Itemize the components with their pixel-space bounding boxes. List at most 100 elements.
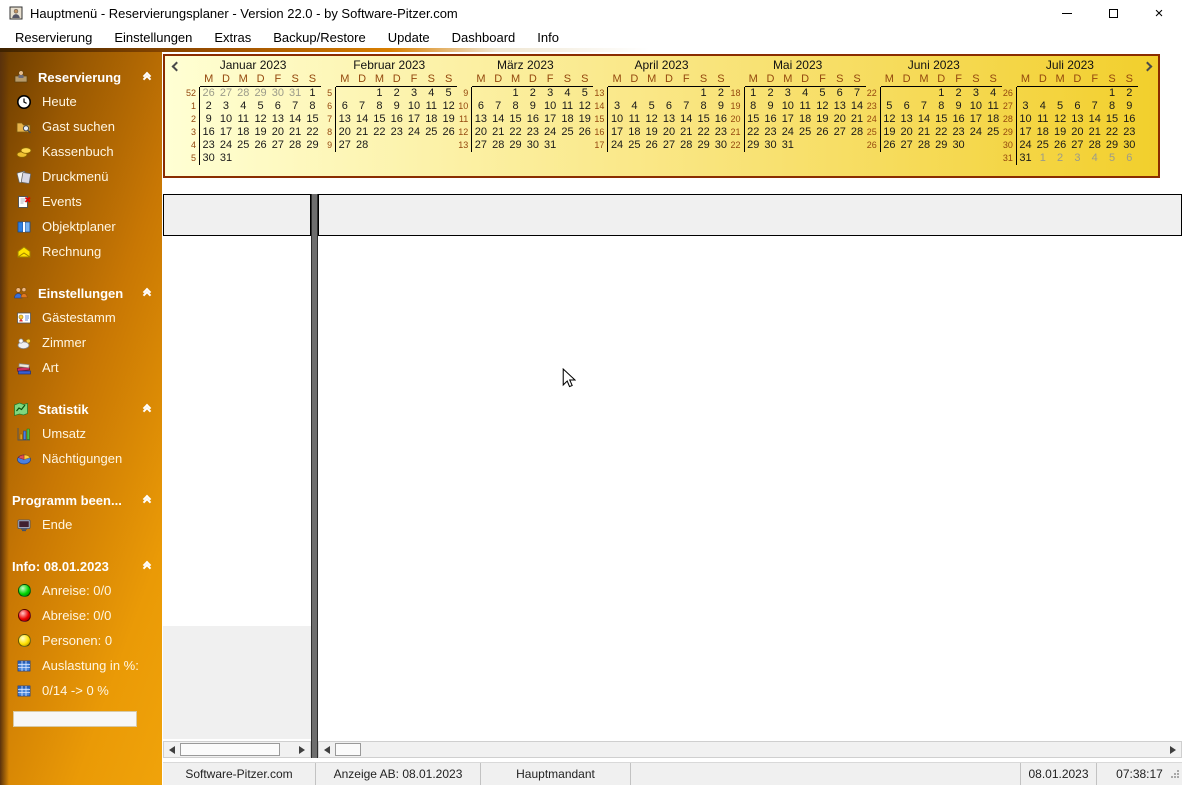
minimize-button[interactable] [1044,0,1090,26]
day-cell[interactable]: 18 [626,126,643,139]
sidebar-item-rechnung[interactable]: Rechnung [0,239,162,264]
labels-h-scrollbar[interactable] [163,741,311,758]
day-cell[interactable]: 13 [472,113,489,126]
day-cell[interactable]: 12 [814,100,831,113]
day-cell[interactable]: 13 [1069,113,1086,126]
day-cell[interactable]: 28 [490,139,507,152]
day-cell[interactable]: 31 [542,139,559,152]
day-cell[interactable]: 3 [967,87,984,100]
day-cell[interactable]: 24 [608,139,625,152]
day-cell[interactable]: 17 [967,113,984,126]
day-cell[interactable]: 23 [388,126,405,139]
day-cell[interactable]: 26 [440,126,457,139]
day-cell[interactable]: 28 [678,139,695,152]
day-cell[interactable]: 13 [898,113,915,126]
collapse-chevron-icon[interactable] [142,403,152,415]
day-cell[interactable]: 11 [985,100,1002,113]
day-cell[interactable]: 2 [762,87,779,100]
sidebar-item-zimmer[interactable]: Zimmer [0,330,162,355]
day-cell[interactable]: 15 [371,113,388,126]
day-cell[interactable]: 23 [762,126,779,139]
day-cell[interactable]: 27 [217,87,234,100]
day-cell[interactable]: 10 [967,100,984,113]
day-cell[interactable]: 7 [1086,100,1103,113]
sidebar-section-programm-beenden[interactable]: Programm been... [0,488,162,512]
menu-item-reservierung[interactable]: Reservierung [4,30,103,45]
day-cell[interactable]: 30 [200,152,217,165]
day-cell[interactable]: 14 [848,100,865,113]
day-cell[interactable]: 5 [440,87,457,100]
maximize-button[interactable] [1090,0,1136,26]
day-cell[interactable]: 17 [779,113,796,126]
day-cell[interactable]: 30 [524,139,541,152]
day-cell[interactable]: 10 [405,100,422,113]
day-cell[interactable]: 19 [814,113,831,126]
day-cell[interactable]: 3 [217,100,234,113]
day-cell[interactable]: 6 [336,100,353,113]
day-cell[interactable]: 28 [848,126,865,139]
scroll-left-button[interactable] [319,742,335,757]
day-cell[interactable]: 20 [831,113,848,126]
day-cell[interactable]: 4 [559,87,576,100]
day-cell[interactable]: 20 [472,126,489,139]
day-cell[interactable]: 8 [695,100,712,113]
day-cell[interactable]: 29 [745,139,762,152]
day-cell[interactable]: 24 [217,139,234,152]
day-cell[interactable]: 9 [524,100,541,113]
day-cell[interactable]: 8 [1103,100,1120,113]
day-cell[interactable]: 27 [898,139,915,152]
day-cell[interactable]: 31 [217,152,234,165]
day-cell[interactable]: 18 [235,126,252,139]
day-cell[interactable]: 22 [507,126,524,139]
day-cell[interactable]: 29 [507,139,524,152]
day-cell[interactable]: 21 [915,126,932,139]
day-cell[interactable]: 29 [695,139,712,152]
day-cell[interactable]: 6 [660,100,677,113]
day-cell[interactable]: 31 [287,87,304,100]
day-cell[interactable]: 20 [898,126,915,139]
day-cell[interactable]: 15 [745,113,762,126]
day-cell[interactable]: 7 [678,100,695,113]
day-cell[interactable]: 1 [695,87,712,100]
day-cell[interactable]: 7 [915,100,932,113]
day-cell[interactable]: 22 [304,126,321,139]
day-cell[interactable]: 2 [1051,152,1068,165]
day-cell[interactable]: 21 [490,126,507,139]
day-cell[interactable]: 7 [287,100,304,113]
day-cell[interactable]: 20 [336,126,353,139]
scroll-left-button[interactable] [164,742,180,757]
day-cell[interactable]: 11 [626,113,643,126]
day-cell[interactable]: 13 [831,100,848,113]
day-cell[interactable]: 16 [950,113,967,126]
day-cell[interactable]: 28 [915,139,932,152]
column-splitter[interactable] [311,194,318,758]
day-cell[interactable]: 7 [848,87,865,100]
day-cell[interactable]: 12 [881,113,898,126]
day-cell[interactable]: 10 [1017,113,1034,126]
day-cell[interactable]: 17 [542,113,559,126]
day-cell[interactable]: 26 [881,139,898,152]
day-cell[interactable]: 17 [608,126,625,139]
day-cell[interactable]: 22 [371,126,388,139]
menu-item-einstellungen[interactable]: Einstellungen [103,30,203,45]
day-cell[interactable]: 7 [490,100,507,113]
day-cell[interactable]: 17 [405,113,422,126]
day-cell[interactable]: 22 [1103,126,1120,139]
day-cell[interactable]: 31 [779,139,796,152]
day-cell[interactable]: 3 [1069,152,1086,165]
scroll-right-button[interactable] [294,742,310,757]
grid-h-scrollbar[interactable] [318,741,1182,758]
day-cell[interactable]: 19 [643,126,660,139]
day-cell[interactable]: 16 [1121,113,1138,126]
day-cell[interactable]: 16 [762,113,779,126]
day-cell[interactable]: 19 [252,126,269,139]
day-cell[interactable]: 1 [507,87,524,100]
day-cell[interactable]: 25 [559,126,576,139]
day-cell[interactable]: 17 [1017,126,1034,139]
day-cell[interactable]: 9 [388,100,405,113]
day-cell[interactable]: 20 [269,126,286,139]
day-cell[interactable]: 15 [507,113,524,126]
day-cell[interactable]: 14 [915,113,932,126]
day-cell[interactable]: 19 [881,126,898,139]
day-cell[interactable]: 14 [1086,113,1103,126]
